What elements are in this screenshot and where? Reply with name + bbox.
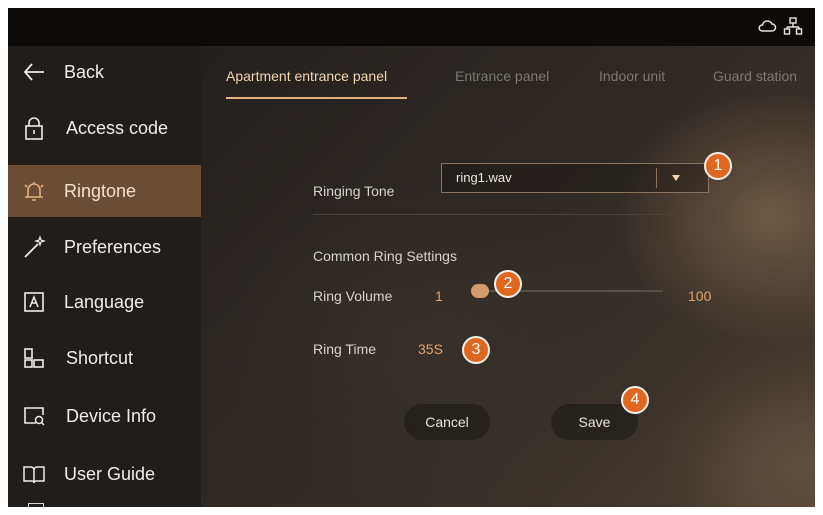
sidebar-item-label: Ringtone — [64, 181, 137, 201]
tab-indoor-unit[interactable]: Indoor unit — [599, 68, 665, 84]
cloud-icon — [758, 20, 777, 32]
letter-a-icon — [24, 292, 44, 312]
device-search-icon — [24, 407, 45, 426]
sidebar-item-label: Back — [64, 62, 105, 82]
callout-badge-1: 1 — [704, 152, 732, 180]
lock-icon — [25, 117, 43, 140]
status-bar — [8, 8, 815, 46]
sidebar-item-preferences[interactable]: Preferences — [8, 221, 201, 273]
section-divider — [313, 214, 715, 215]
sidebar-item-access-code[interactable]: Access code — [8, 102, 201, 154]
sidebar-item-back[interactable]: Back — [8, 46, 201, 98]
ring-volume-label: Ring Volume — [313, 288, 393, 304]
sidebar-item-label: Device Info — [66, 406, 157, 426]
partial-sidebar-icon — [28, 503, 44, 507]
ring-volume-max: 100 — [688, 288, 712, 304]
device-screen: Back Access code Ringtone Preferences La… — [8, 8, 815, 507]
shortcut-blocks-icon — [24, 348, 44, 368]
bell-icon — [24, 182, 44, 201]
ringing-tone-label: Ringing Tone — [313, 183, 395, 199]
ringing-tone-dropdown[interactable]: ring1.wav — [441, 163, 709, 193]
active-tab-indicator — [226, 97, 407, 99]
dropdown-separator — [656, 168, 657, 188]
tab-apartment-entrance-panel[interactable]: Apartment entrance panel — [226, 68, 387, 84]
ring-volume-min: 1 — [435, 288, 443, 304]
sidebar-item-label: Preferences — [64, 237, 162, 257]
sidebar-item-ringtone[interactable]: Ringtone — [8, 165, 201, 217]
sidebar-item-label: Shortcut — [66, 348, 134, 368]
cancel-button[interactable]: Cancel — [404, 404, 490, 440]
back-arrow-icon — [23, 63, 44, 81]
callout-badge-4: 4 — [621, 386, 649, 414]
sidebar-item-language[interactable]: Language — [8, 276, 201, 328]
common-ring-heading: Common Ring Settings — [313, 248, 457, 264]
ring-time-value[interactable]: 35S — [418, 341, 443, 357]
magic-wand-icon — [24, 235, 46, 258]
callout-badge-2: 2 — [494, 270, 522, 298]
ringtone-settings-panel: Apartment entrance panel Entrance panel … — [201, 46, 815, 507]
network-icon — [783, 17, 803, 35]
callout-badge-3: 3 — [462, 336, 490, 364]
ring-volume-slider-thumb[interactable] — [471, 284, 489, 298]
sidebar-item-label: Language — [64, 292, 145, 312]
sidebar-item-label: Access code — [66, 118, 169, 138]
ringing-tone-value: ring1.wav — [456, 170, 512, 185]
sidebar-item-shortcut[interactable]: Shortcut — [8, 332, 201, 384]
tab-guard-station[interactable]: Guard station — [713, 68, 797, 84]
book-icon — [23, 466, 45, 484]
ring-time-label: Ring Time — [313, 341, 377, 357]
sidebar: Back Access code Ringtone Preferences La… — [8, 46, 201, 507]
sidebar-item-user-guide[interactable]: User Guide — [8, 448, 201, 500]
sidebar-item-device-info[interactable]: Device Info — [8, 390, 201, 442]
chevron-down-icon — [672, 175, 680, 181]
tab-entrance-panel[interactable]: Entrance panel — [455, 68, 549, 84]
sidebar-item-label: User Guide — [64, 464, 156, 484]
